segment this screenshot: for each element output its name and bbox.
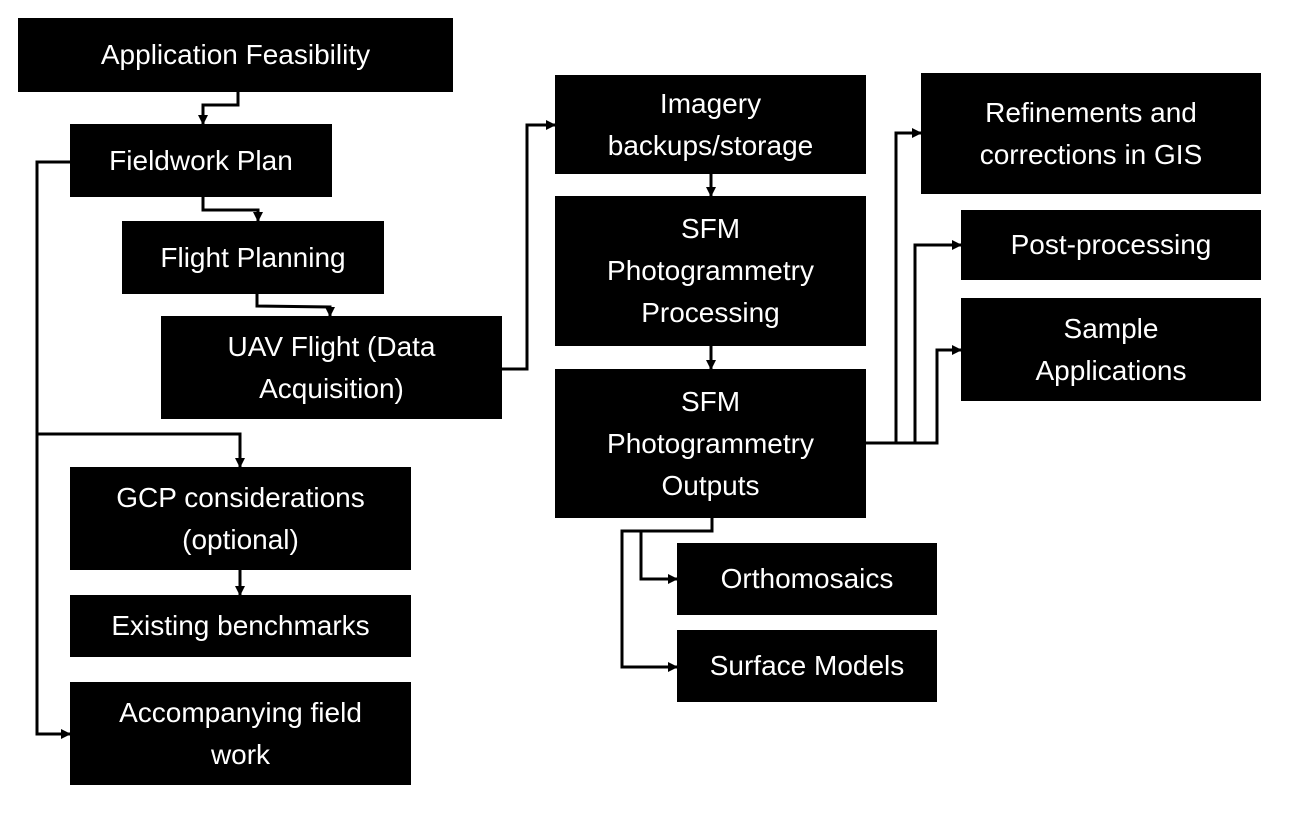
node-label: Orthomosaics: [720, 563, 894, 594]
arrow-fieldwork-to-accompanying: [35, 160, 71, 739]
workflow-diagram: Application Feasibility Fieldwork Plan F…: [0, 0, 1309, 816]
node-application-feasibility: Application Feasibility: [18, 18, 453, 92]
node-accompanying-field-work: Accompanying field work: [70, 682, 411, 785]
node-label: Accompanying field work: [119, 696, 362, 770]
node-label: Post-processing: [1010, 229, 1212, 260]
node-uav-flight: UAV Flight (Data Acquisition): [161, 316, 502, 419]
node-label: Existing benchmarks: [111, 610, 370, 641]
arrow-feasibility-to-fieldwork: [198, 92, 240, 125]
arrow-outputs-to-sample-applications: [894, 128, 922, 443]
node-sfm-processing: SFM Photogrammetry Processing: [555, 196, 866, 346]
node-flight-planning: Flight Planning: [122, 221, 384, 294]
node-orthomosaics: Orthomosaics: [677, 543, 937, 615]
node-label: SFM Photogrammetry Outputs: [607, 385, 814, 501]
node-label: Flight Planning: [160, 241, 346, 273]
node-sample-applications: Sample Applications: [961, 298, 1261, 401]
arrow-fieldwork-to-gcp: [37, 432, 245, 468]
node-post-processing: Post-processing: [961, 210, 1261, 280]
node-label: GCP considerations (optional): [116, 481, 365, 555]
node-label: SFM Photogrammetry Processing: [607, 213, 814, 328]
node-refinements-gis: Refinements and corrections in GIS: [921, 73, 1261, 194]
node-label: Fieldwork Plan: [109, 144, 293, 176]
node-label: Imagery backups/storage: [607, 87, 814, 161]
node-label: Refinements and corrections in GIS: [979, 96, 1203, 170]
node-label: Application Feasibility: [100, 39, 371, 70]
node-label: Surface Models: [709, 650, 905, 681]
node-gcp-considerations: GCP considerations (optional): [70, 467, 411, 570]
node-sfm-outputs: SFM Photogrammetry Outputs: [555, 369, 866, 518]
arrow-outputs-to-orthomosaics: [639, 531, 678, 584]
node-imagery-backups: Imagery backups/storage: [555, 75, 866, 174]
arrow-uav-to-imagery: [502, 120, 556, 371]
arrow-fieldwork-to-flight-planning: [201, 197, 263, 222]
node-surface-models: Surface Models: [677, 630, 937, 702]
node-label: UAV Flight (Data Acquisition): [227, 330, 436, 404]
node-label: Sample Applications: [1035, 312, 1187, 386]
arrow-flight-planning-to-uav: [255, 294, 335, 317]
node-existing-benchmarks: Existing benchmarks: [70, 595, 411, 657]
node-fieldwork-plan: Fieldwork Plan: [70, 124, 332, 197]
